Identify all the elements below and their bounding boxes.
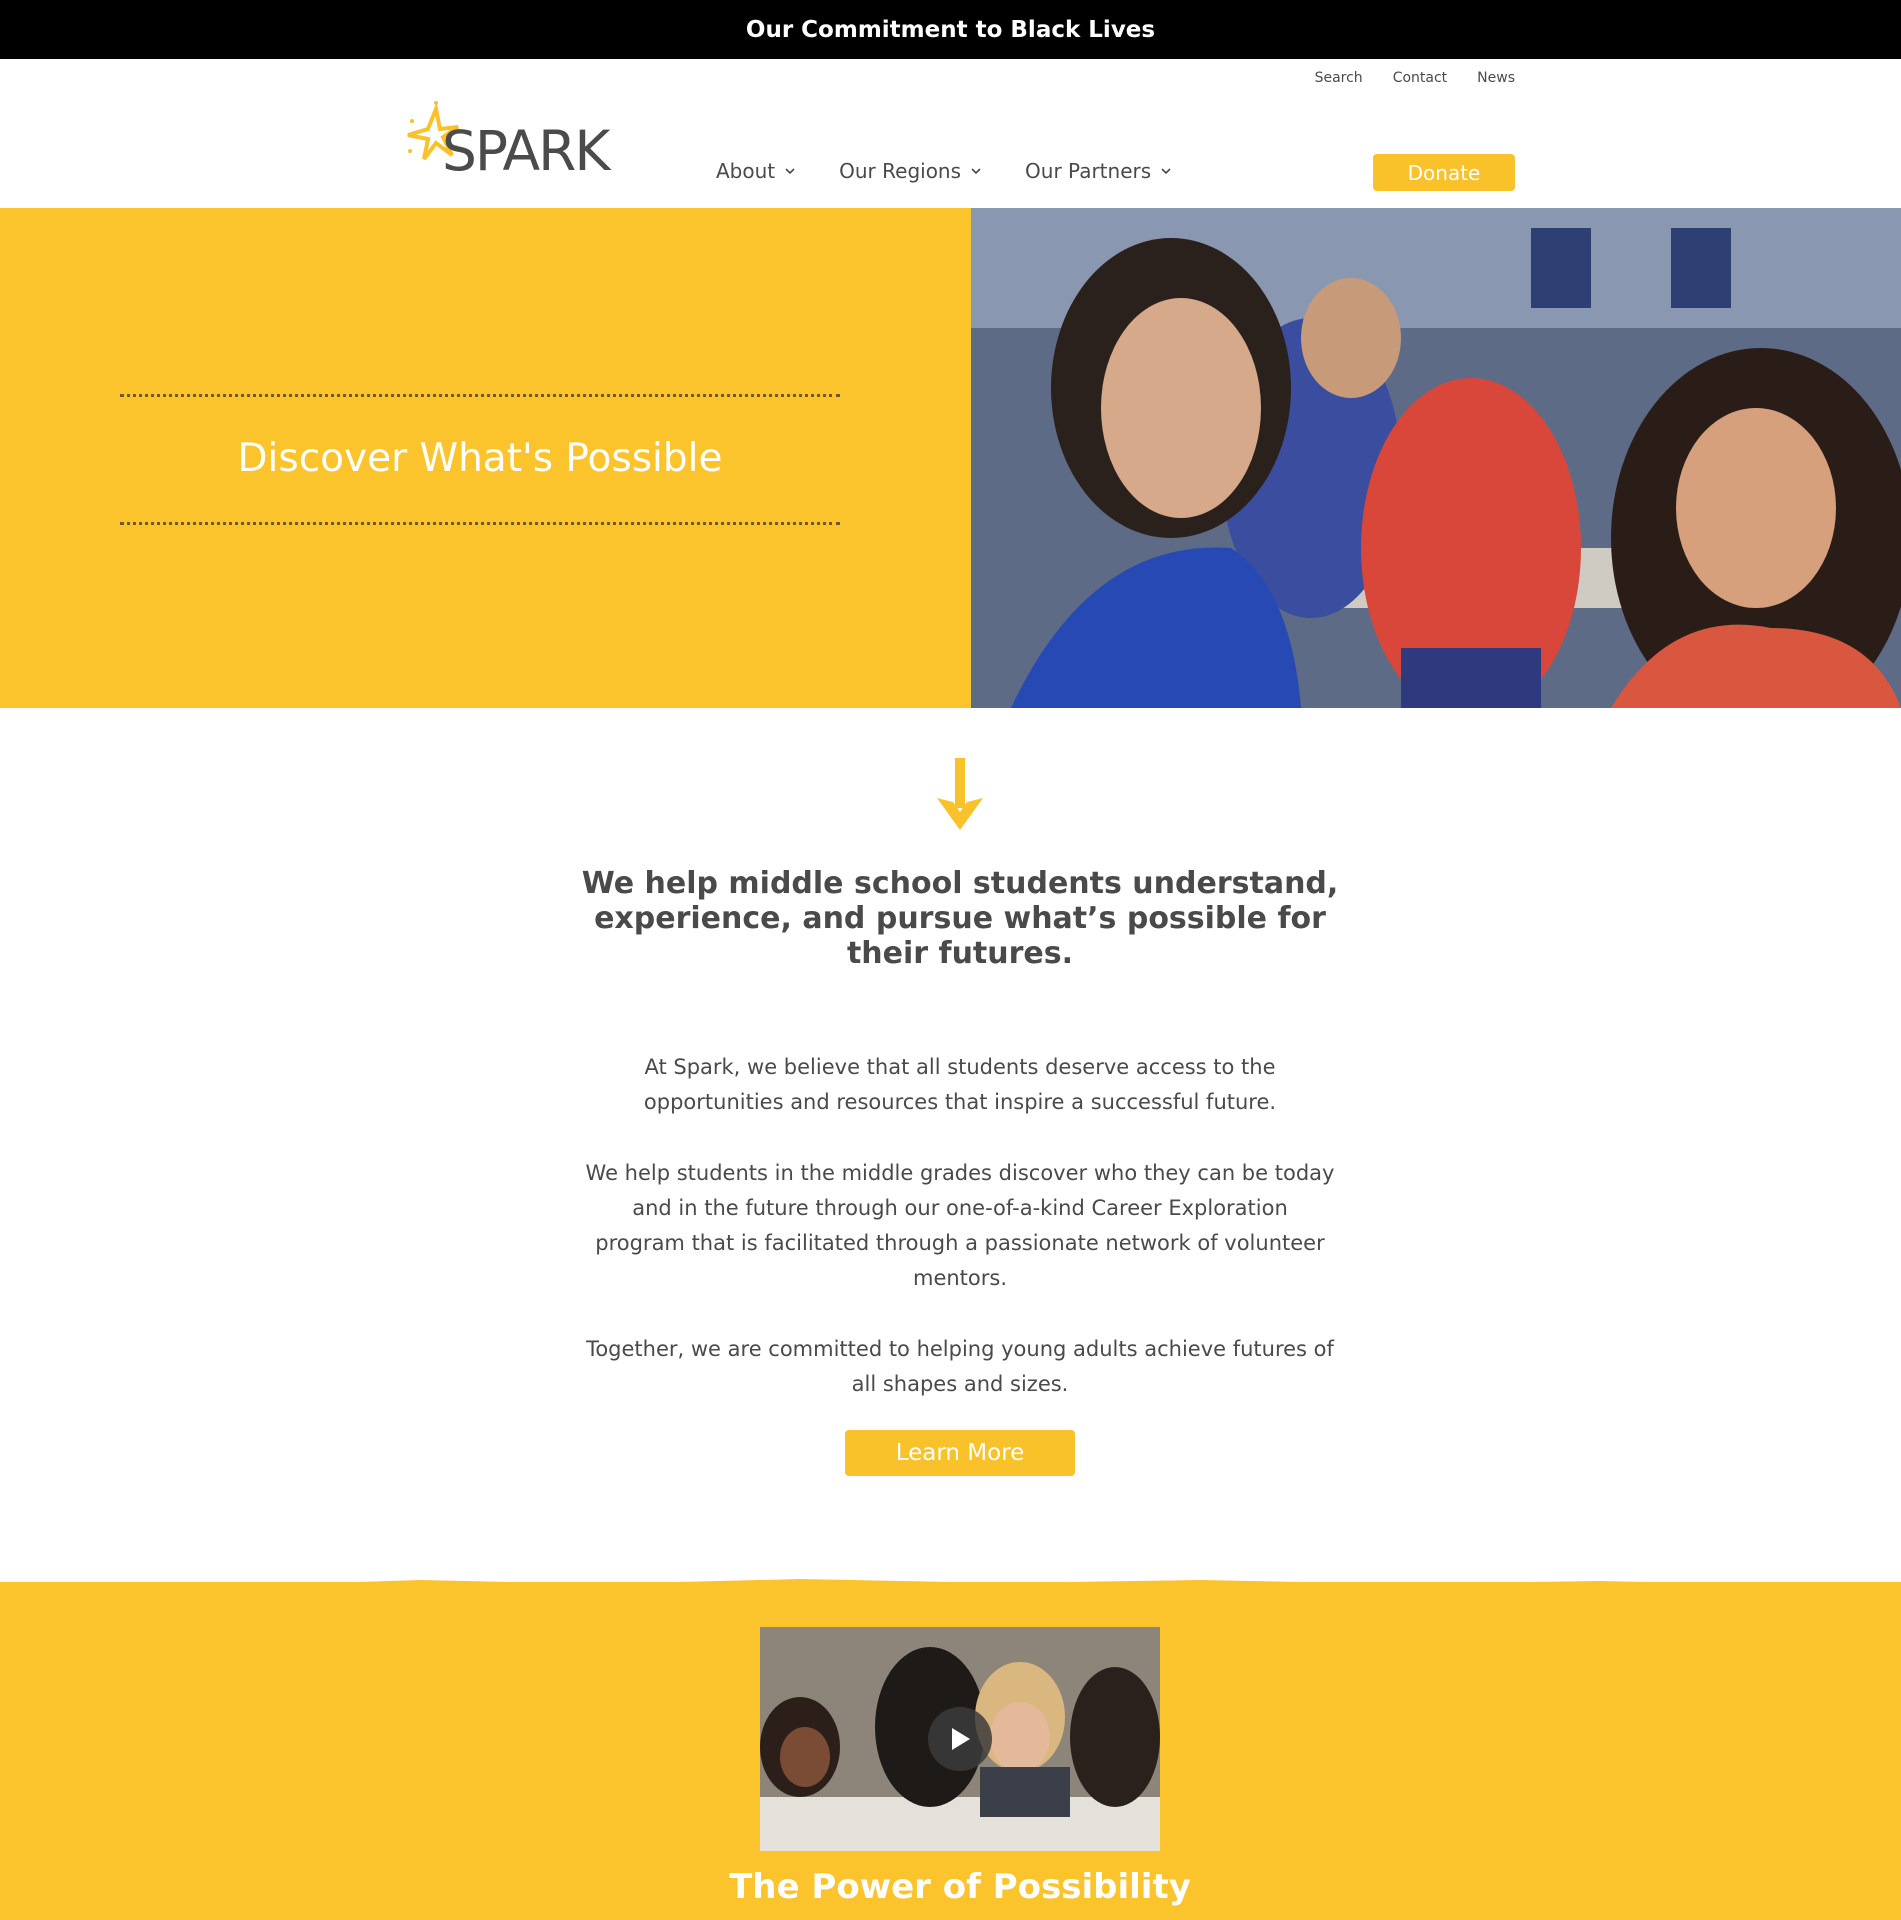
hero-title: Discover What's Possible bbox=[237, 436, 723, 481]
main-nav: About Our Regions Our Partners bbox=[716, 159, 1173, 183]
intro-paragraph-2: We help students in the middle grades di… bbox=[585, 1161, 1335, 1290]
logo-wordmark: SPARK bbox=[442, 119, 610, 183]
video-section-title: The Power of Possibility bbox=[729, 1867, 1191, 1907]
arrow-down-icon bbox=[937, 758, 983, 830]
announcement-bar: Our Commitment to Black Lives bbox=[0, 0, 1901, 59]
nav-about[interactable]: About bbox=[716, 159, 797, 183]
chevron-down-icon bbox=[785, 168, 795, 175]
intro-paragraph-3: Together, we are committed to helping yo… bbox=[586, 1337, 1334, 1396]
dotted-divider-top bbox=[120, 394, 840, 398]
spark-logo[interactable]: SPARK bbox=[402, 99, 610, 183]
hero-panel: Discover What's Possible bbox=[0, 208, 971, 708]
black-lives-commitment-link[interactable]: Our Commitment to Black Lives bbox=[746, 17, 1155, 43]
search-link[interactable]: Search bbox=[1315, 70, 1363, 86]
mission-headline: We help middle school students understan… bbox=[581, 866, 1339, 971]
contact-link[interactable]: Contact bbox=[1393, 70, 1447, 86]
chevron-down-icon bbox=[1161, 168, 1171, 175]
play-button[interactable] bbox=[928, 1707, 992, 1771]
nav-about-label: About bbox=[716, 159, 776, 183]
donate-button[interactable]: Donate bbox=[1373, 154, 1515, 191]
nav-our-partners-label: Our Partners bbox=[1025, 159, 1152, 183]
intro-paragraph-1: At Spark, we believe that all students d… bbox=[643, 1055, 1277, 1114]
dotted-divider-bottom bbox=[120, 522, 840, 526]
news-link[interactable]: News bbox=[1477, 70, 1515, 86]
site-header: Search Contact News SPARK About Our Regi… bbox=[0, 59, 1901, 208]
nav-our-regions-label: Our Regions bbox=[839, 159, 962, 183]
video-thumbnail[interactable] bbox=[760, 1627, 1160, 1851]
hero-section: Discover What's Possible bbox=[0, 208, 1901, 708]
utility-nav: Search Contact News bbox=[1315, 70, 1515, 86]
nav-our-regions[interactable]: Our Regions bbox=[839, 159, 983, 183]
nav-our-partners[interactable]: Our Partners bbox=[1025, 159, 1173, 183]
learn-more-button[interactable]: Learn More bbox=[845, 1430, 1075, 1476]
classroom-photo bbox=[971, 208, 1901, 708]
play-icon bbox=[952, 1728, 970, 1750]
chevron-down-icon bbox=[971, 168, 981, 175]
hero-photo bbox=[971, 208, 1901, 708]
